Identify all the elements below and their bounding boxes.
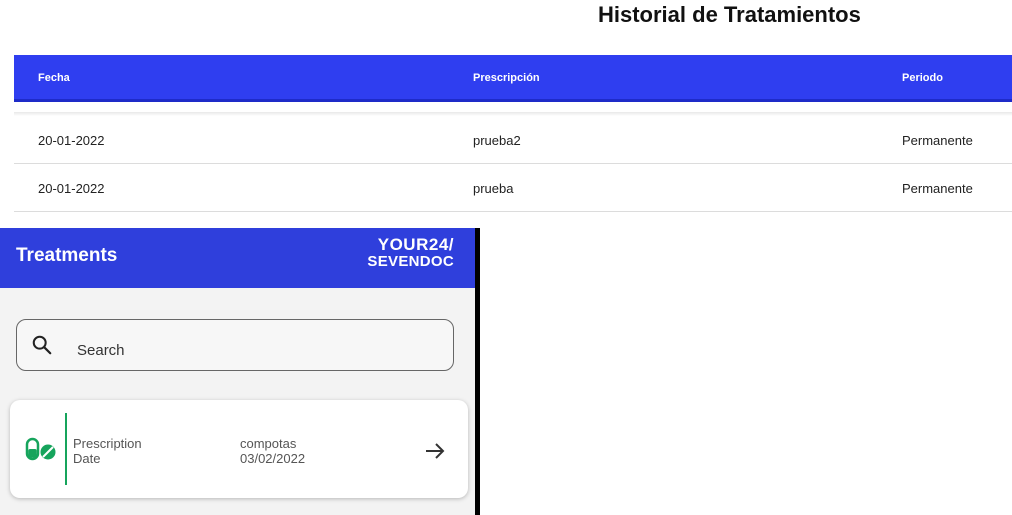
mobile-app-screen: Treatments YOUR24/ SEVENDOC Search Presc… — [0, 228, 480, 515]
date-value: 03/02/2022 — [240, 451, 306, 466]
column-header-period[interactable]: Periodo — [902, 72, 943, 84]
app-bar: Treatments YOUR24/ SEVENDOC — [0, 228, 475, 288]
brand-logo: YOUR24/ SEVENDOC — [358, 236, 454, 270]
search-placeholder: Search — [77, 342, 125, 359]
prescription-value: compotas — [240, 436, 297, 451]
search-icon — [32, 335, 52, 355]
table-row[interactable]: 20-01-2022 prueba Permanente — [14, 164, 1012, 212]
cell-period: Permanente — [902, 133, 973, 148]
cell-date: 20-01-2022 — [38, 181, 105, 196]
column-header-prescription[interactable]: Prescripción — [473, 72, 540, 84]
page-title: Historial de Tratamientos — [598, 2, 861, 27]
app-title: Treatments — [16, 245, 118, 266]
treatment-card[interactable]: Prescription Date compotas 03/02/2022 — [10, 400, 468, 498]
logo-line-2: SEVENDOC — [367, 253, 454, 270]
table-row[interactable]: 20-01-2022 prueba2 Permanente — [14, 116, 1012, 164]
table-header: Fecha Prescripción Periodo — [14, 55, 1012, 102]
search-input[interactable]: Search — [16, 319, 454, 371]
cell-prescription: prueba — [473, 181, 514, 196]
prescription-label: Prescription — [73, 436, 142, 451]
card-divider — [65, 413, 67, 485]
column-header-date[interactable]: Fecha — [38, 72, 70, 84]
date-label: Date — [73, 451, 101, 466]
cell-prescription: prueba2 — [473, 133, 521, 148]
cell-period: Permanente — [902, 181, 973, 196]
cell-date: 20-01-2022 — [38, 133, 105, 148]
arrow-right-icon[interactable] — [424, 441, 446, 461]
logo-line-1: YOUR24/ — [377, 235, 454, 254]
pill-icon — [25, 437, 56, 461]
